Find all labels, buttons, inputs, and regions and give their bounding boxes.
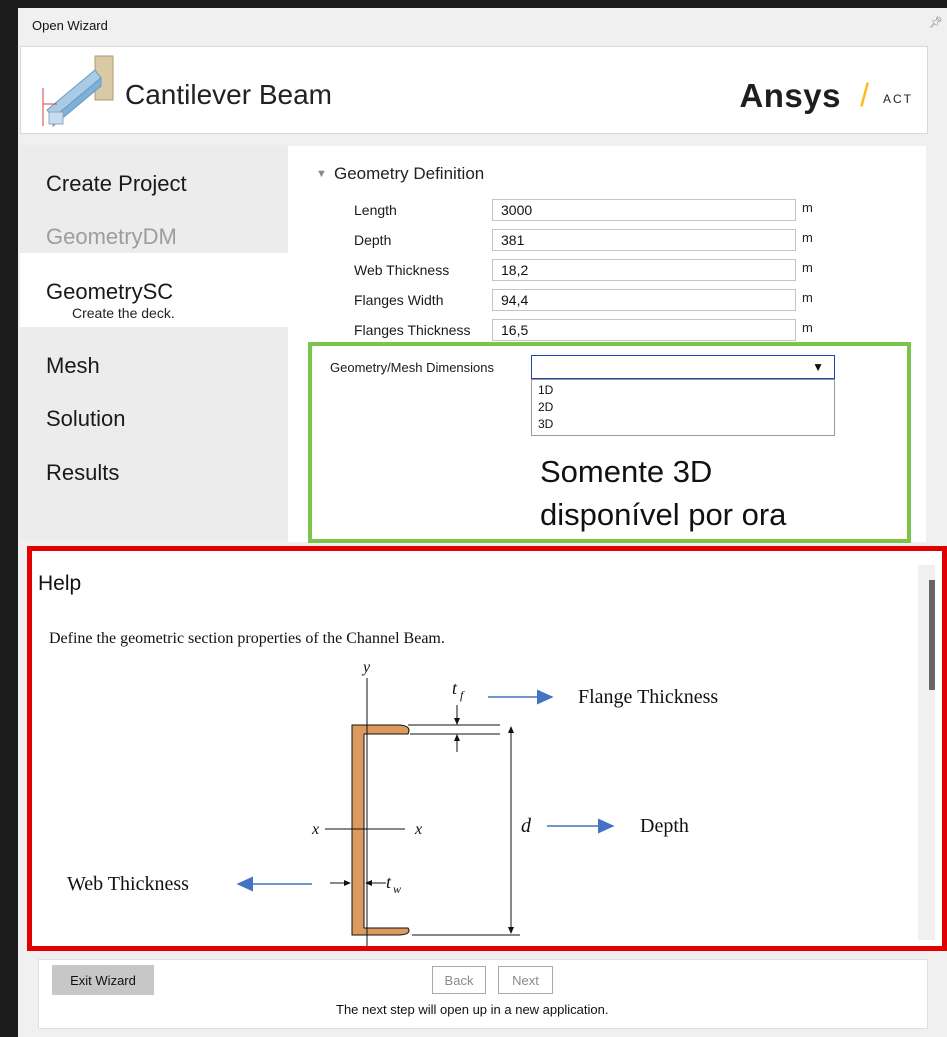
pin-icon[interactable]: 📌︎ <box>929 16 943 29</box>
step-solution[interactable]: Solution <box>46 406 126 432</box>
flanges-thickness-unit: m <box>802 320 813 335</box>
annotation-line-2: disponível por ora <box>540 497 787 532</box>
collapse-caret-icon[interactable]: ▼ <box>316 168 327 180</box>
window-title: Open Wizard <box>32 18 108 33</box>
depth-label: Depth <box>354 232 392 248</box>
desktop-background-top <box>0 0 947 8</box>
length-input[interactable]: 3000 <box>492 199 796 221</box>
flanges-thickness-input[interactable]: 16,5 <box>492 319 796 341</box>
dimensions-option-2d[interactable]: 2D <box>538 400 553 414</box>
window-titlebar: Open Wizard 📌︎ <box>18 8 947 40</box>
step-geometrydm: GeometryDM <box>46 224 177 249</box>
depth-input[interactable]: 381 <box>492 229 796 251</box>
footer-note: The next step will open up in a new appl… <box>336 1002 609 1017</box>
brand-slash: / <box>860 77 869 113</box>
dropdown-arrow-icon[interactable]: ▼ <box>812 360 824 374</box>
flanges-width-label: Flanges Width <box>354 292 444 308</box>
web-thickness-input[interactable]: 18,2 <box>492 259 796 281</box>
flanges-width-unit: m <box>802 290 813 305</box>
exit-wizard-button[interactable]: Exit Wizard <box>52 965 154 995</box>
dimensions-option-1d[interactable]: 1D <box>538 383 553 397</box>
ansys-logo: Ansys <box>739 77 841 114</box>
flanges-thickness-label: Flanges Thickness <box>354 322 471 338</box>
desktop-background <box>0 0 18 1037</box>
step-mesh[interactable]: Mesh <box>46 353 100 379</box>
flanges-width-input[interactable]: 94,4 <box>492 289 796 311</box>
section-geometry-definition[interactable]: Geometry Definition <box>334 164 484 184</box>
beam-logo-icon <box>42 55 114 128</box>
wizard-title: Cantilever Beam <box>125 79 332 110</box>
help-panel <box>38 562 918 940</box>
length-unit: m <box>802 200 813 215</box>
step-create-project[interactable]: Create Project <box>46 171 187 197</box>
help-description: Define the geometric section properties … <box>49 630 445 647</box>
dimensions-dropdown[interactable]: ▼ <box>531 355 835 379</box>
help-title: Help <box>38 572 82 595</box>
length-label: Length <box>354 202 397 218</box>
annotation-line-1: Somente 3D <box>540 454 713 489</box>
brand-act: ACT <box>883 92 913 106</box>
dimensions-options-list: 1D 2D 3D <box>531 379 835 436</box>
wizard-header: Cantilever Beam Ansys / ACT <box>20 46 928 134</box>
step-geometrysc[interactable]: GeometrySC <box>46 279 173 305</box>
dimensions-label: Geometry/Mesh Dimensions <box>330 360 494 375</box>
depth-unit: m <box>802 230 813 245</box>
next-button[interactable]: Next <box>498 966 553 994</box>
web-thickness-label: Web Thickness <box>354 262 450 278</box>
step-geometrysc-description: Create the deck. <box>72 305 175 321</box>
dimensions-option-3d[interactable]: 3D <box>538 417 553 431</box>
wizard-step-sidebar: Create Project GeometryDM GeometrySC Cre… <box>20 145 288 540</box>
web-thickness-unit: m <box>802 260 813 275</box>
step-results[interactable]: Results <box>46 460 119 486</box>
help-scrollbar-thumb[interactable] <box>929 580 935 690</box>
back-button[interactable]: Back <box>432 966 486 994</box>
